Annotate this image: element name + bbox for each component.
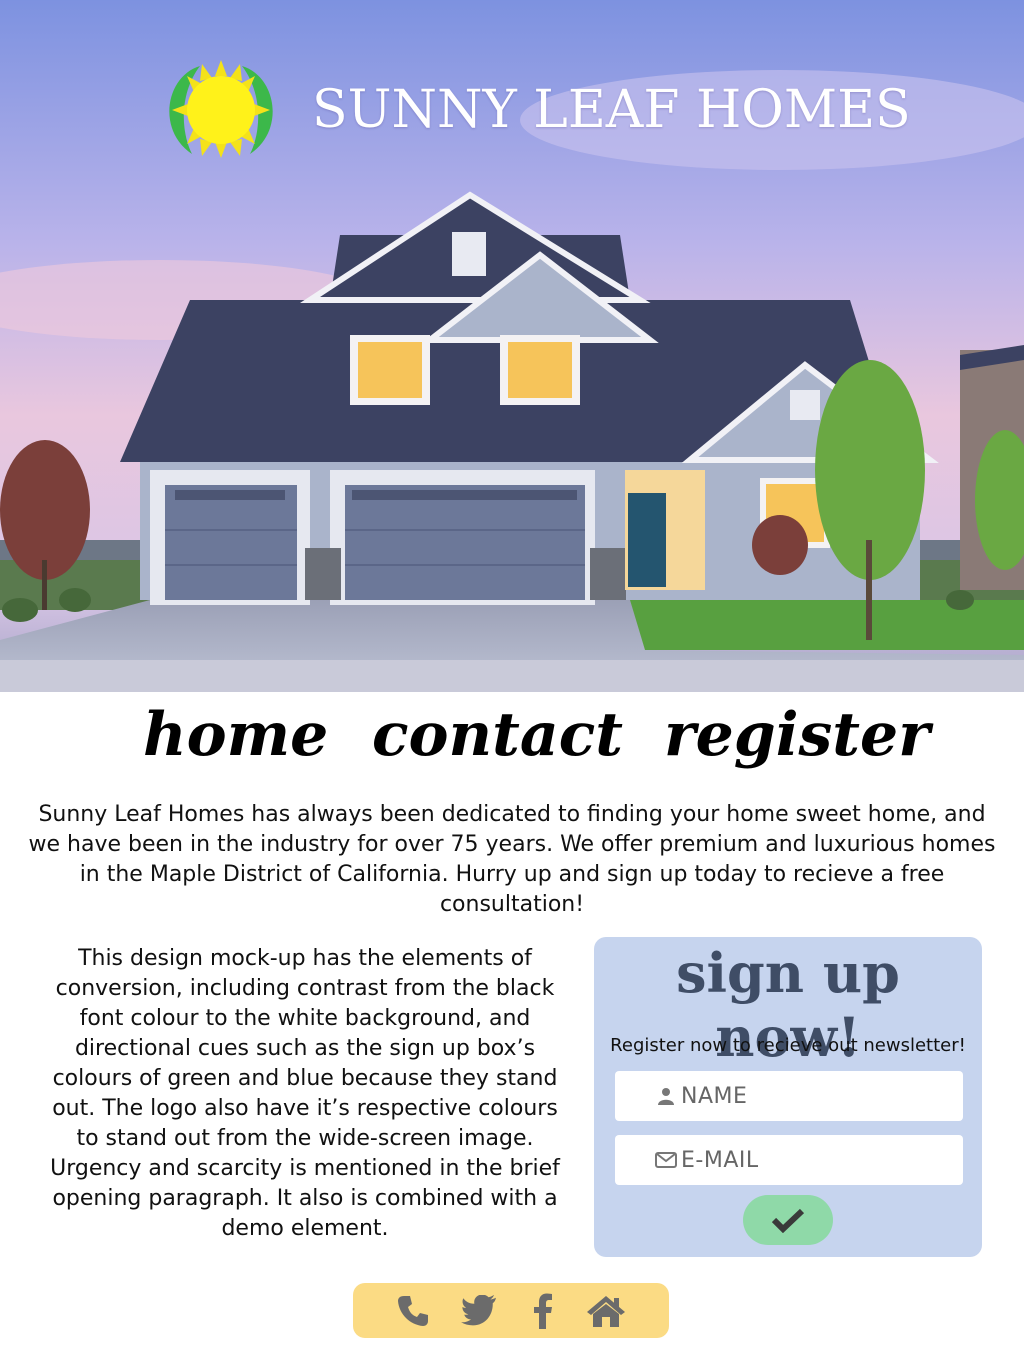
social-bar: [353, 1283, 669, 1338]
nav-contact[interactable]: contact: [372, 700, 623, 770]
intro-paragraph: Sunny Leaf Homes has always been dedicat…: [28, 802, 996, 917]
brand[interactable]: SUNNY LEAF HOMES: [158, 58, 911, 162]
user-icon: [655, 1085, 677, 1107]
home-icon[interactable]: [586, 1291, 626, 1331]
main-nav: home contact register: [0, 700, 1024, 790]
email-field[interactable]: [615, 1135, 963, 1185]
email-input[interactable]: [681, 1147, 941, 1173]
submit-button[interactable]: [743, 1195, 833, 1245]
signup-box: sign up now! Register now to recieve out…: [594, 937, 982, 1257]
name-field[interactable]: [615, 1071, 963, 1121]
mockup-description: This design mock-up has the elements of …: [50, 946, 560, 1241]
facebook-icon[interactable]: [523, 1291, 563, 1331]
nav-home[interactable]: home: [143, 700, 328, 770]
checkmark-icon: [771, 1208, 805, 1233]
twitter-icon[interactable]: [460, 1291, 500, 1331]
name-input[interactable]: [681, 1083, 941, 1109]
nav-register[interactable]: register: [664, 700, 930, 770]
brand-name: SUNNY LEAF HOMES: [312, 80, 911, 140]
phone-icon[interactable]: [393, 1291, 433, 1331]
envelope-icon: [655, 1149, 677, 1171]
hero-banner: SUNNY LEAF HOMES: [0, 0, 1024, 692]
sun-leaf-logo-icon: [169, 60, 273, 158]
signup-subtitle: Register now to recieve out newsletter!: [610, 1035, 966, 1056]
